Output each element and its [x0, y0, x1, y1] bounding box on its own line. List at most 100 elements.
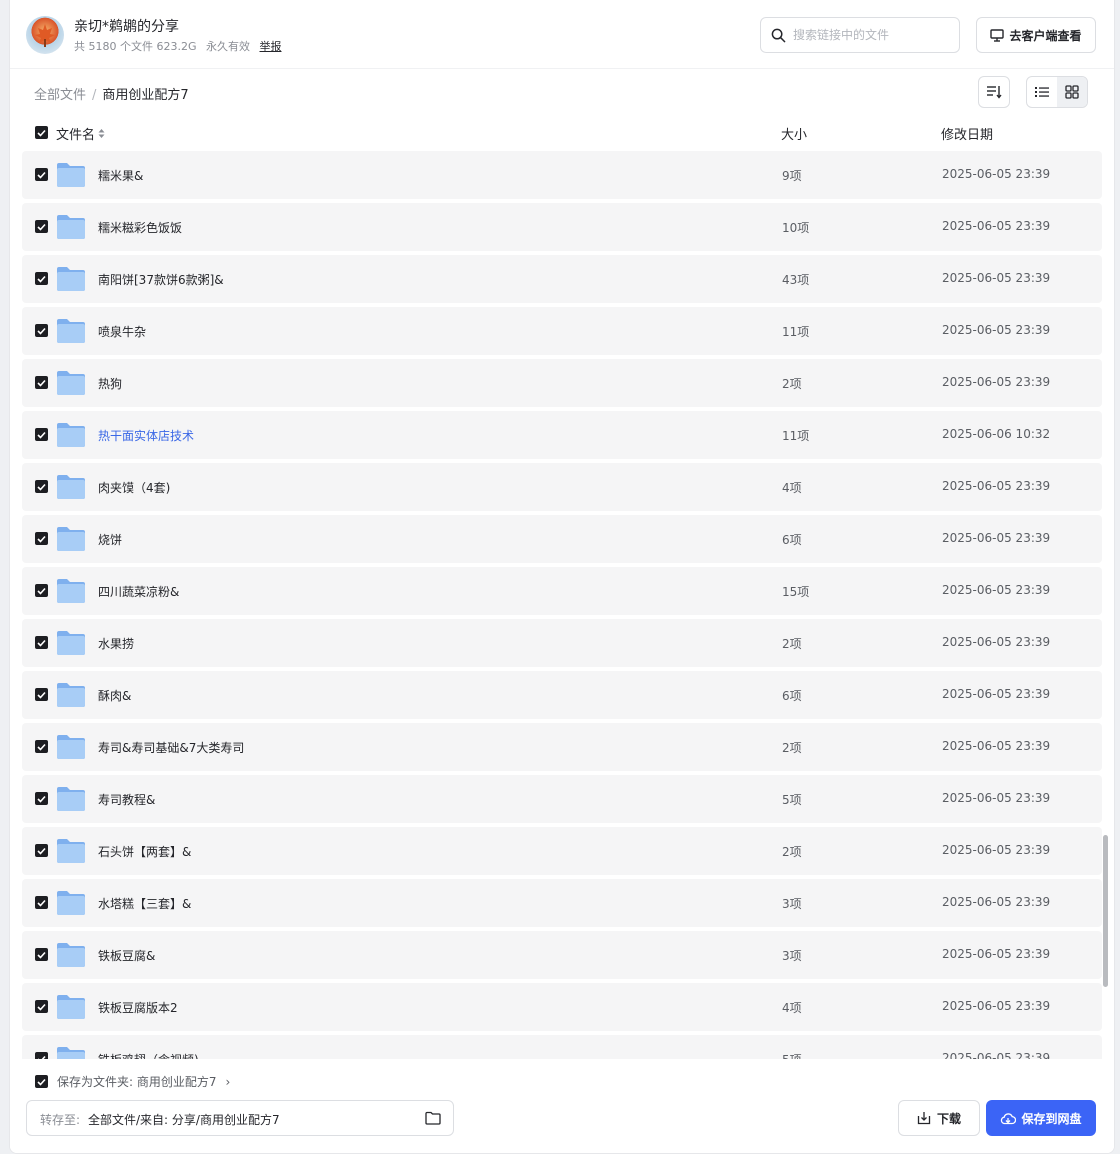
file-size: 11项 [782, 429, 810, 443]
check-icon [37, 483, 46, 491]
breadcrumb-current: 商用创业配方7 [102, 88, 189, 103]
file-name[interactable]: 铁板鸡翅（含视频) [98, 1051, 199, 1059]
file-name[interactable]: 水塔糕【三套】& [98, 895, 191, 912]
save-as-folder-option[interactable]: 保存为文件夹: 商用创业配方7 › [35, 1073, 230, 1090]
folder-icon [57, 995, 85, 1019]
file-row[interactable]: 糯米糍彩色饭饭 10项 2025-06-05 23:39 [22, 203, 1102, 251]
sort-arrows-icon [98, 129, 105, 138]
row-checkbox[interactable] [35, 844, 48, 857]
row-checkbox[interactable] [35, 584, 48, 597]
file-name[interactable]: 喷泉牛杂 [98, 323, 146, 340]
share-panel: 亲切*鹈鹕的分享 共 5180 个文件 623.2G 永久有效 举报 去客户端查… [9, 0, 1115, 1154]
sort-button[interactable] [978, 76, 1010, 108]
row-checkbox[interactable] [35, 948, 48, 961]
check-icon [37, 1078, 46, 1086]
file-date: 2025-06-05 23:39 [942, 479, 1051, 493]
file-name[interactable]: 酥肉& [98, 687, 131, 704]
file-row[interactable]: 四川蔬菜凉粉& 15项 2025-06-05 23:39 [22, 567, 1102, 615]
file-row[interactable]: 肉夹馍（4套) 4项 2025-06-05 23:39 [22, 463, 1102, 511]
save-as-folder-checkbox[interactable] [35, 1075, 48, 1088]
file-size: 43项 [782, 273, 810, 287]
file-row[interactable]: 寿司教程& 5项 2025-06-05 23:39 [22, 775, 1102, 823]
folder-icon [57, 839, 85, 863]
file-row[interactable]: 铁板豆腐& 3项 2025-06-05 23:39 [22, 931, 1102, 979]
file-row[interactable]: 喷泉牛杂 11项 2025-06-05 23:39 [22, 307, 1102, 355]
file-name[interactable]: 热狗 [98, 375, 122, 392]
check-icon [37, 899, 46, 907]
file-date: 2025-06-05 23:39 [942, 739, 1051, 753]
select-all-checkbox[interactable] [35, 126, 48, 139]
file-name[interactable]: 石头饼【两套】& [98, 843, 191, 860]
file-name[interactable]: 寿司&寿司基础&7大类寿司 [98, 739, 244, 756]
row-checkbox[interactable] [35, 480, 48, 493]
report-link[interactable]: 举报 [260, 40, 282, 53]
column-size-header: 大小 [781, 128, 808, 143]
row-checkbox[interactable] [35, 792, 48, 805]
file-row[interactable]: 糯米果& 9项 2025-06-05 23:39 [22, 151, 1102, 199]
check-icon [37, 587, 46, 595]
folder-icon [57, 527, 85, 551]
file-name[interactable]: 寿司教程& [98, 791, 155, 808]
file-name[interactable]: 糯米果& [98, 167, 143, 184]
row-checkbox[interactable] [35, 220, 48, 233]
file-row[interactable]: 烧饼 6项 2025-06-05 23:39 [22, 515, 1102, 563]
row-checkbox[interactable] [35, 740, 48, 753]
cloud-save-icon [1001, 1112, 1017, 1124]
row-checkbox[interactable] [35, 324, 48, 337]
destination-picker[interactable]: 转存至: 全部文件/来自: 分享/商用创业配方7 [26, 1100, 454, 1136]
search-icon [771, 28, 786, 43]
file-name[interactable]: 热干面实体店技术 [98, 427, 194, 444]
folder-icon [57, 943, 85, 967]
save-to-cloud-button[interactable]: 保存到网盘 [986, 1100, 1096, 1136]
destination-path: 全部文件/来自: 分享/商用创业配方7 [88, 1113, 280, 1127]
scrollbar[interactable] [1103, 835, 1108, 987]
folder-icon [57, 371, 85, 395]
file-row[interactable]: 水果捞 2项 2025-06-05 23:39 [22, 619, 1102, 667]
search-box[interactable] [760, 17, 960, 53]
file-name[interactable]: 糯米糍彩色饭饭 [98, 219, 182, 236]
row-checkbox[interactable] [35, 688, 48, 701]
breadcrumb-root[interactable]: 全部文件 [34, 88, 86, 103]
file-row[interactable]: 铁板豆腐版本2 4项 2025-06-05 23:39 [22, 983, 1102, 1031]
row-checkbox[interactable] [35, 896, 48, 909]
search-input[interactable] [793, 26, 951, 44]
list-view-button[interactable] [1027, 77, 1057, 107]
row-checkbox[interactable] [35, 532, 48, 545]
file-name[interactable]: 铁板豆腐& [98, 947, 155, 964]
row-checkbox[interactable] [35, 1000, 48, 1013]
file-size: 6项 [782, 689, 802, 703]
download-button[interactable]: 下载 [898, 1100, 980, 1136]
grid-view-button[interactable] [1057, 77, 1087, 107]
file-row[interactable]: 热干面实体店技术 11项 2025-06-06 10:32 [22, 411, 1102, 459]
file-date: 2025-06-05 23:39 [942, 687, 1051, 701]
file-row[interactable]: 热狗 2项 2025-06-05 23:39 [22, 359, 1102, 407]
column-name-header[interactable]: 文件名 [56, 124, 105, 143]
row-checkbox[interactable] [35, 636, 48, 649]
row-checkbox[interactable] [35, 272, 48, 285]
sort-icon [987, 86, 1002, 99]
file-row[interactable]: 铁板鸡翅（含视频) 5项 2025-06-05 23:39 [22, 1035, 1102, 1059]
download-label: 下载 [936, 1111, 961, 1126]
row-checkbox[interactable] [35, 428, 48, 441]
row-checkbox[interactable] [35, 1052, 48, 1059]
open-in-client-button[interactable]: 去客户端查看 [976, 17, 1096, 53]
file-row[interactable]: 酥肉& 6项 2025-06-05 23:39 [22, 671, 1102, 719]
column-name-label: 文件名 [56, 128, 96, 143]
file-name[interactable]: 四川蔬菜凉粉& [98, 583, 179, 600]
row-checkbox[interactable] [35, 168, 48, 181]
file-name[interactable]: 烧饼 [98, 531, 122, 548]
file-name[interactable]: 南阳饼[37款饼6款粥]& [98, 271, 224, 288]
file-row[interactable]: 石头饼【两套】& 2项 2025-06-05 23:39 [22, 827, 1102, 875]
file-row[interactable]: 南阳饼[37款饼6款粥]& 43项 2025-06-05 23:39 [22, 255, 1102, 303]
file-size: 2项 [782, 845, 802, 859]
file-size: 3项 [782, 897, 802, 911]
file-name[interactable]: 肉夹馍（4套) [98, 479, 170, 496]
check-icon [37, 129, 46, 137]
row-checkbox[interactable] [35, 376, 48, 389]
file-name[interactable]: 水果捞 [98, 635, 134, 652]
file-row[interactable]: 水塔糕【三套】& 3项 2025-06-05 23:39 [22, 879, 1102, 927]
file-name[interactable]: 铁板豆腐版本2 [98, 999, 178, 1016]
check-icon [37, 535, 46, 543]
file-row[interactable]: 寿司&寿司基础&7大类寿司 2项 2025-06-05 23:39 [22, 723, 1102, 771]
download-icon [917, 1112, 931, 1125]
